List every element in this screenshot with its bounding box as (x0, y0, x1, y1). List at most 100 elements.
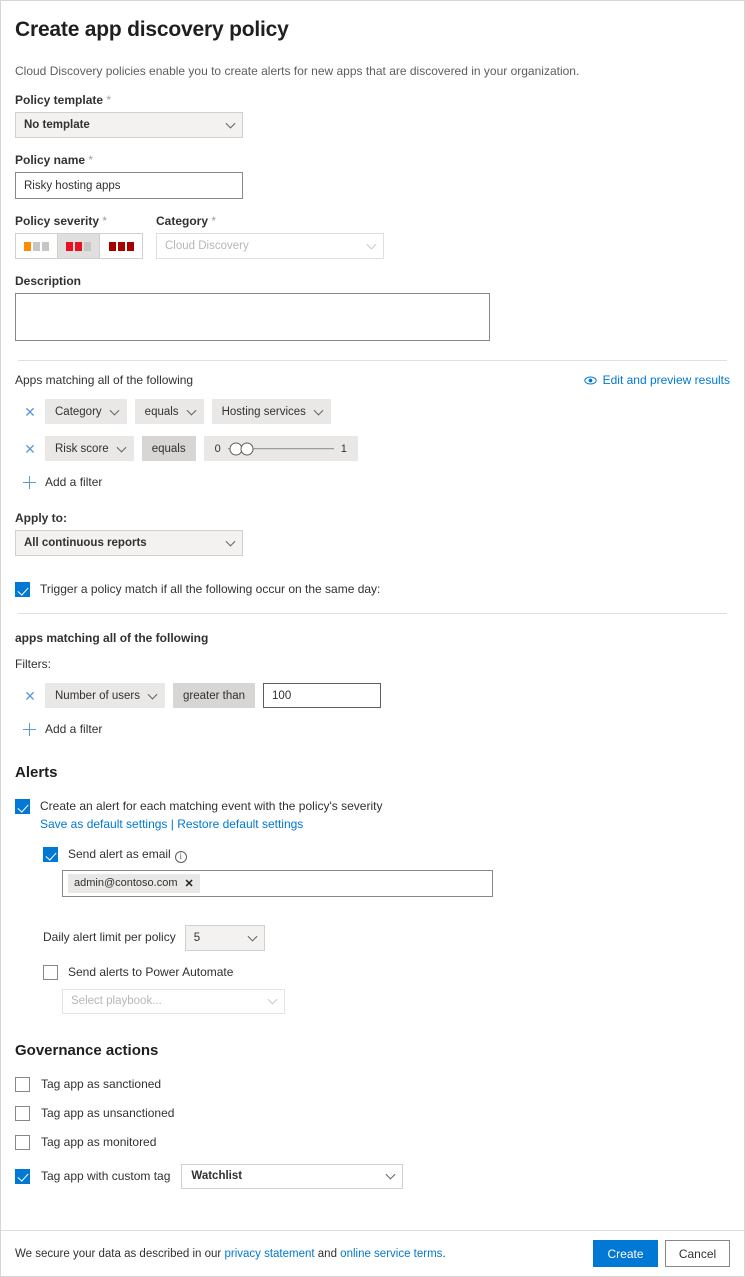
filter-operator-select[interactable]: equals (135, 399, 204, 424)
slider-min-label: 0 (215, 443, 221, 455)
power-automate-row: Send alerts to Power Automate (43, 965, 730, 980)
add-filter-label: Add a filter (45, 722, 102, 736)
chevron-down-icon (386, 1170, 396, 1180)
severity-square (127, 242, 134, 251)
custom-tag-value: Watchlist (191, 1170, 242, 1182)
footer-legal-text: We secure your data as described in our … (15, 1248, 446, 1260)
plus-icon (23, 476, 36, 489)
filter-field-select[interactable]: Risk score (45, 436, 134, 461)
footer-text-before: We secure your data as described in our (15, 1248, 224, 1260)
severity-square (33, 242, 40, 251)
trigger-same-day-row: Trigger a policy match if all the follow… (15, 582, 730, 597)
description-label: Description (15, 274, 730, 288)
trigger-same-day-label: Trigger a policy match if all the follow… (40, 582, 380, 597)
chevron-down-icon (313, 405, 323, 415)
slider-knob-high[interactable] (240, 442, 253, 455)
severity-high-button[interactable] (100, 234, 142, 258)
tag-custom-checkbox[interactable] (15, 1169, 30, 1184)
remove-filter-icon[interactable]: ✕ (23, 689, 37, 703)
required-marker: * (88, 153, 93, 167)
governance-item: Tag app as monitored (15, 1135, 730, 1150)
filter-field-select[interactable]: Category (45, 399, 127, 424)
email-recipients-field[interactable]: admin@contoso.com ✕ (62, 870, 493, 897)
slider-track[interactable] (228, 436, 334, 461)
filter-operator-label: greater than (173, 683, 255, 708)
severity-medium-button[interactable] (58, 234, 100, 258)
chevron-down-icon (268, 995, 278, 1005)
tag-monitored-label: Tag app as monitored (41, 1135, 156, 1150)
send-email-checkbox[interactable] (43, 847, 58, 862)
tag-monitored-checkbox[interactable] (15, 1135, 30, 1150)
policy-severity-group[interactable] (15, 233, 143, 259)
playbook-placeholder: Select playbook... (71, 995, 162, 1007)
tag-sanctioned-checkbox[interactable] (15, 1077, 30, 1092)
policy-name-label: Policy name * (15, 153, 730, 167)
required-marker: * (211, 214, 216, 228)
slider-max-label: 1 (341, 443, 347, 455)
create-alert-label: Create an alert for each matching event … (40, 799, 382, 814)
send-email-label: Send alert as emaili (68, 847, 187, 863)
severity-square (109, 242, 116, 251)
severity-square (42, 242, 49, 251)
edit-preview-results-link[interactable]: Edit and preview results (584, 373, 730, 387)
online-service-terms-link[interactable]: online service terms (340, 1248, 442, 1260)
risk-score-slider[interactable]: 0 1 (204, 436, 358, 461)
governance-item: Tag app with custom tag Watchlist (15, 1164, 730, 1189)
filter-value-input[interactable]: 100 (263, 683, 381, 708)
apply-to-select[interactable]: All continuous reports (15, 530, 243, 556)
tag-sanctioned-label: Tag app as sanctioned (41, 1077, 161, 1092)
policy-name-input[interactable]: Risky hosting apps (15, 172, 243, 199)
chevron-down-icon (148, 689, 158, 699)
save-default-settings-link[interactable]: Save as default settings (40, 817, 167, 831)
severity-square (118, 242, 125, 251)
restore-default-settings-link[interactable]: Restore default settings (177, 817, 303, 831)
filters-heading: Apps matching all of the following (15, 373, 193, 387)
create-alert-row: Create an alert for each matching event … (15, 799, 730, 831)
playbook-select[interactable]: Select playbook... (62, 989, 285, 1014)
chevron-down-icon (186, 405, 196, 415)
policy-template-select[interactable]: No template (15, 112, 243, 138)
category-label: Category * (156, 214, 384, 228)
filter-row: ✕ Category equals Hosting services (15, 399, 730, 424)
add-filter-button[interactable]: Add a filter (15, 475, 730, 489)
create-alert-checkbox[interactable] (15, 799, 30, 814)
cancel-button[interactable]: Cancel (665, 1240, 730, 1267)
intro-text: Cloud Discovery policies enable you to c… (15, 64, 730, 78)
daily-limit-label: Daily alert limit per policy (43, 930, 176, 945)
severity-square (84, 242, 91, 251)
severity-square (66, 242, 73, 251)
daily-limit-row: Daily alert limit per policy 5 (43, 925, 730, 951)
daily-limit-select[interactable]: 5 (185, 925, 265, 951)
category-value: Cloud Discovery (165, 240, 249, 252)
custom-tag-select[interactable]: Watchlist (181, 1164, 403, 1189)
info-icon[interactable]: i (175, 851, 187, 863)
email-token-value: admin@contoso.com (74, 877, 178, 889)
divider (18, 360, 727, 361)
tag-custom-label: Tag app with custom tag (41, 1169, 170, 1184)
chevron-down-icon (247, 931, 257, 941)
add-filter-label: Add a filter (45, 475, 102, 489)
tag-unsanctioned-label: Tag app as unsanctioned (41, 1106, 174, 1121)
footer-text-middle: and (315, 1248, 341, 1260)
description-textarea[interactable] (15, 293, 490, 341)
tag-unsanctioned-checkbox[interactable] (15, 1106, 30, 1121)
filter-field-select[interactable]: Number of users (45, 683, 165, 708)
remove-filter-icon[interactable]: ✕ (23, 442, 37, 456)
page-title: Create app discovery policy (15, 18, 730, 42)
power-automate-label: Send alerts to Power Automate (68, 965, 233, 980)
remove-filter-icon[interactable]: ✕ (23, 405, 37, 419)
severity-low-button[interactable] (16, 234, 58, 258)
power-automate-checkbox[interactable] (43, 965, 58, 980)
trigger-same-day-checkbox[interactable] (15, 582, 30, 597)
close-icon[interactable]: ✕ (185, 877, 194, 890)
privacy-statement-link[interactable]: privacy statement (224, 1248, 314, 1260)
apply-to-label: Apply to: (15, 511, 730, 525)
filter-value-select[interactable]: Hosting services (212, 399, 331, 424)
create-button[interactable]: Create (593, 1240, 658, 1267)
policy-template-value: No template (24, 119, 90, 131)
filter-value-text: 100 (272, 690, 291, 702)
chevron-down-icon (367, 240, 377, 250)
chevron-down-icon (116, 442, 126, 452)
add-filter-button[interactable]: Add a filter (15, 722, 730, 736)
chevron-down-icon (109, 405, 119, 415)
